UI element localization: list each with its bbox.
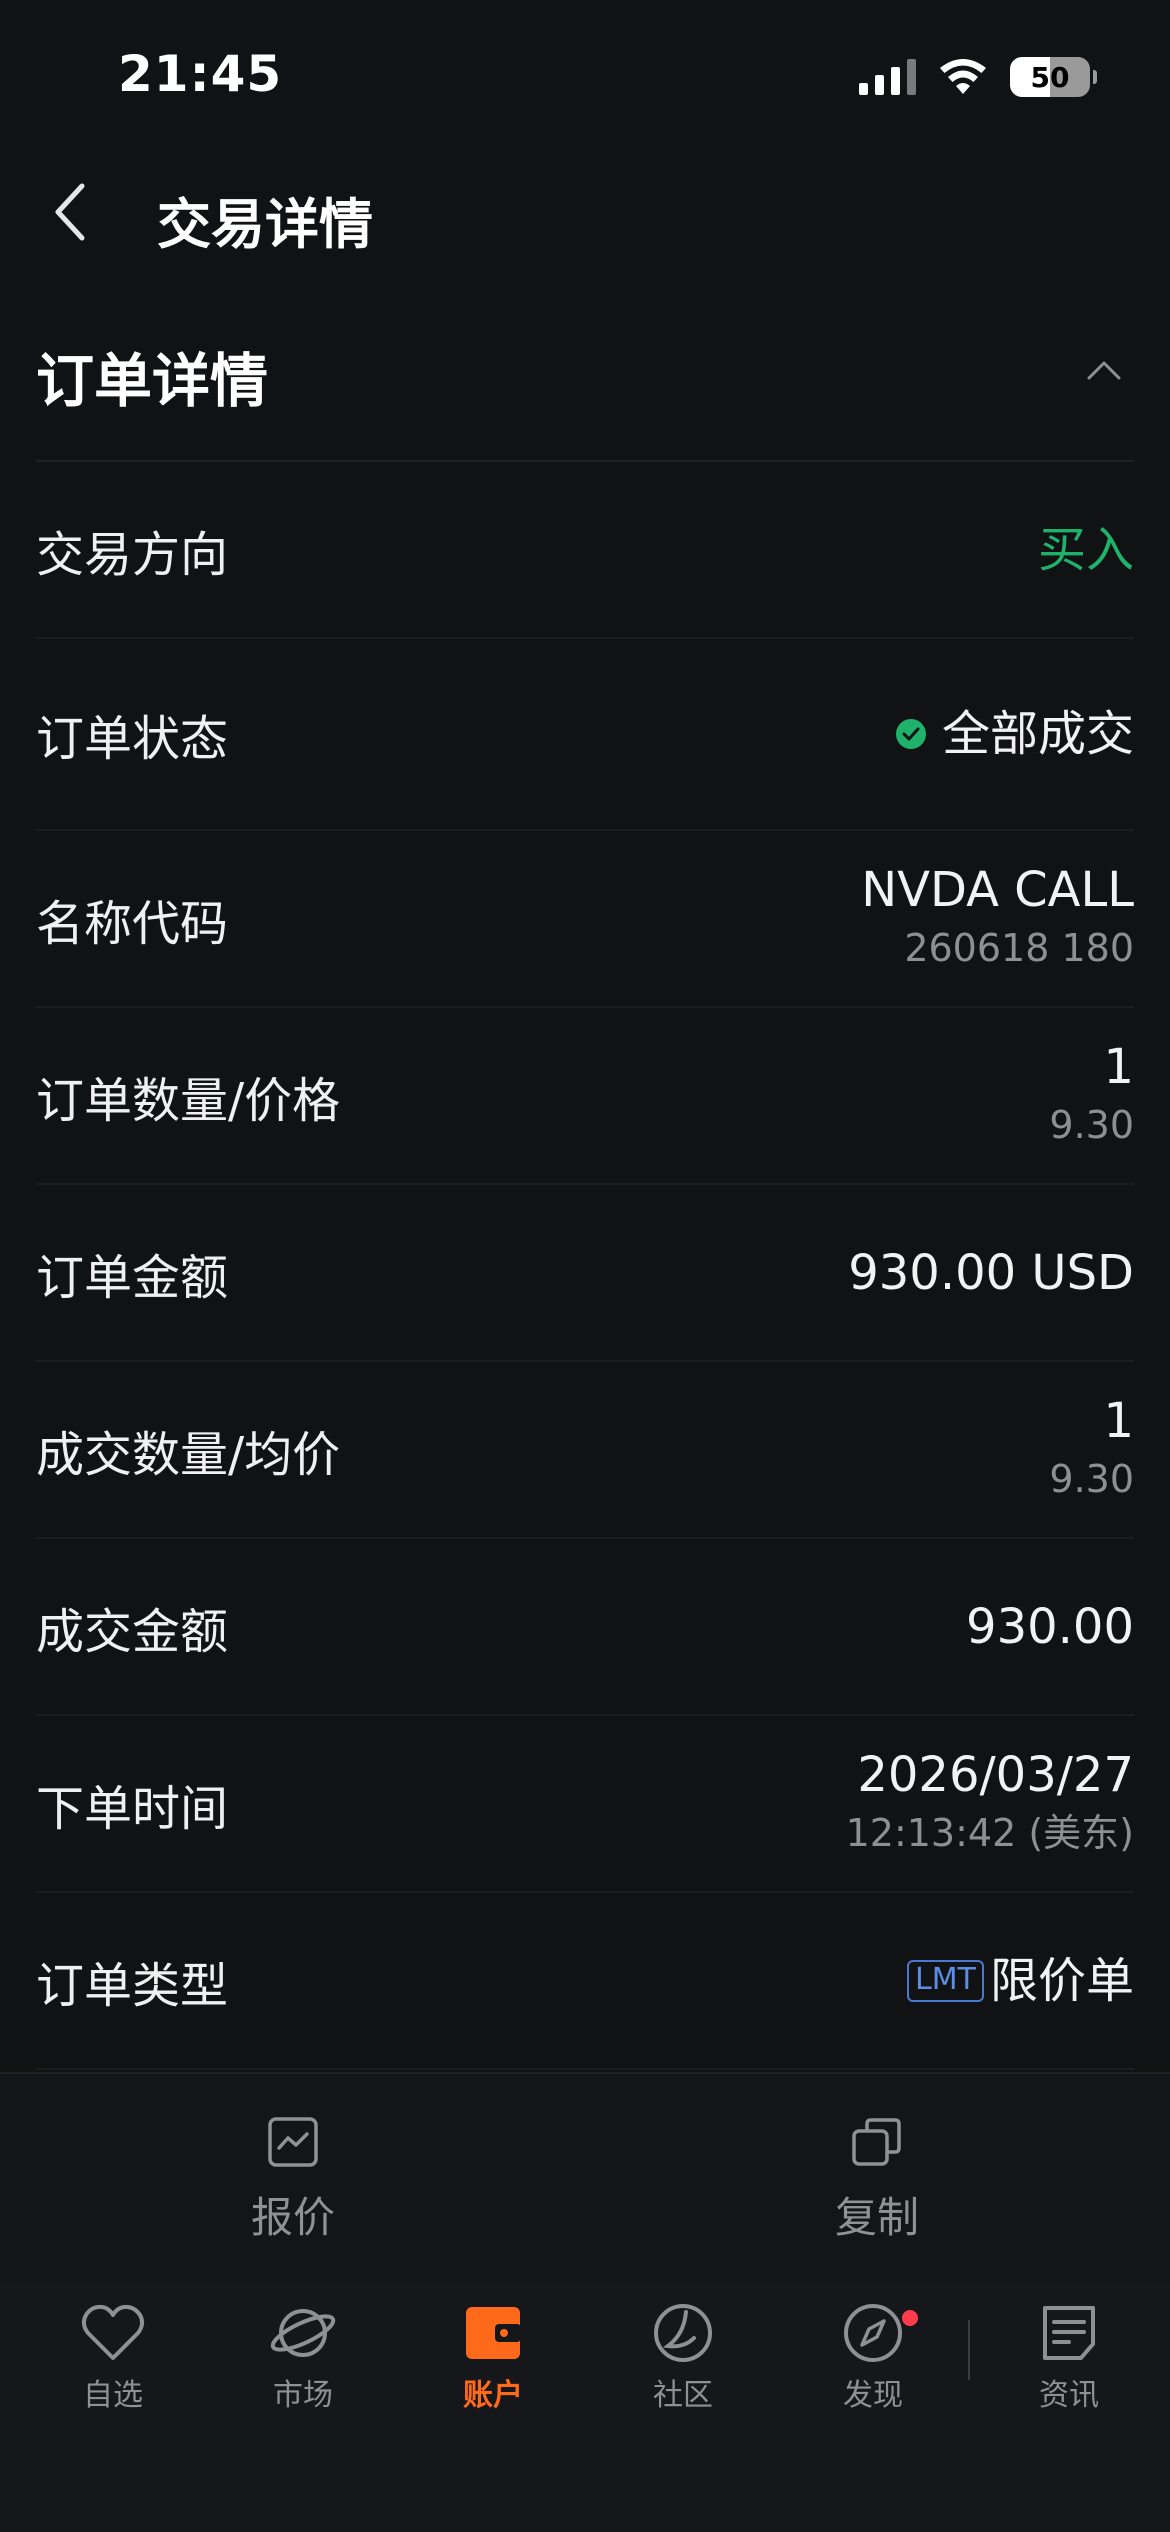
order-type-value: 限价单: [989, 1952, 1134, 2009]
order-type-badge: LMT: [907, 1959, 984, 2002]
row-value: 全部成交: [895, 704, 1134, 764]
order-detail-section-header[interactable]: 订单详情: [36, 320, 1134, 462]
section-title: 订单详情: [36, 347, 269, 415]
row-order-time: 下单时间 2026/03/27 12:13:42 (美东): [36, 1716, 1134, 1893]
status-line: 全部成交: [895, 704, 1134, 764]
status-icons: 50: [859, 55, 1097, 99]
row-order-status: 订单状态 全部成交: [36, 639, 1134, 831]
copy-label: 复制: [834, 2193, 919, 2242]
row-filled-amount: 成交金额 930.00: [36, 1539, 1134, 1716]
tab-label: 市场: [273, 2378, 333, 2413]
status-time: 21:45: [118, 45, 283, 103]
row-label: 成交数量/均价: [36, 1426, 341, 1483]
order-amount-value: 930.00 USD: [848, 1244, 1134, 1301]
tab-news[interactable]: 资讯: [994, 2302, 1144, 2422]
copy-icon: [852, 2118, 901, 2166]
symbol-name: NVDA CALL: [861, 862, 1134, 918]
quote-button[interactable]: 报价: [143, 2114, 443, 2254]
cellular-signal-icon: [859, 59, 916, 95]
row-value: NVDA CALL 260618 180: [861, 860, 1134, 977]
row-label: 订单数量/价格: [36, 1072, 341, 1129]
row-label: 订单状态: [36, 711, 229, 767]
row-label: 交易方向: [36, 526, 229, 583]
nav-header: 交易详情: [0, 150, 1170, 270]
action-bar: 报价 复制: [0, 2072, 1170, 2284]
page-title: 交易详情: [157, 193, 373, 256]
row-order-type: 订单类型 LMT 限价单: [36, 1893, 1134, 2070]
filled-quantity: 1: [1103, 1393, 1134, 1449]
chevron-left-icon: [55, 183, 85, 241]
row-filled-qty-avg: 成交数量/均价 1 9.30: [36, 1362, 1134, 1539]
row-value: 1 9.30: [1049, 1037, 1134, 1154]
symbol-code: 260618 180: [904, 926, 1134, 970]
row-label: 下单时间: [36, 1780, 229, 1837]
compass-icon: [844, 2304, 902, 2362]
status-bar: 21:45 50: [0, 0, 1170, 150]
tab-label: 社区: [653, 2378, 713, 2413]
community-icon: [654, 2304, 712, 2362]
wifi-icon: [940, 59, 986, 94]
order-time: 12:13:42 (美东): [845, 1811, 1134, 1855]
notification-dot: [902, 2310, 918, 2326]
row-label: 订单金额: [36, 1249, 229, 1306]
order-quantity: 1: [1103, 1039, 1134, 1095]
tab-discover[interactable]: 发现: [798, 2302, 948, 2422]
row-value: 930.00 USD: [848, 1243, 1134, 1303]
row-label: 名称代码: [36, 895, 229, 952]
tab-divider: [968, 2320, 970, 2380]
row-value: 买入: [1038, 520, 1134, 580]
battery-level: 50: [1030, 60, 1070, 94]
row-value: LMT 限价单: [907, 1951, 1134, 2011]
chevron-up-icon: [1087, 361, 1121, 380]
news-icon: [1043, 2306, 1095, 2360]
heart-icon: [81, 2304, 145, 2360]
row-value: 2026/03/27 12:13:42 (美东): [846, 1745, 1134, 1862]
battery-icon: 50: [1010, 57, 1097, 97]
order-detail-list: 交易方向 买入 订单状态 全部成交 名称代码 NVDA CALL 260618 …: [36, 462, 1134, 2070]
chart-icon: [268, 2117, 318, 2167]
filled-amount-value: 930.00: [966, 1598, 1134, 1655]
tab-label: 资讯: [1039, 2378, 1099, 2413]
row-symbol: 名称代码 NVDA CALL 260618 180: [36, 831, 1134, 1008]
tab-label: 账户: [463, 2378, 523, 2413]
row-order-qty-price: 订单数量/价格 1 9.30: [36, 1008, 1134, 1185]
row-value: 930.00: [966, 1597, 1134, 1657]
check-circle-icon: [895, 719, 926, 749]
trade-direction-value: 买入: [1037, 521, 1134, 578]
quote-label: 报价: [250, 2193, 335, 2242]
collapse-button[interactable]: [1074, 340, 1134, 400]
row-value: 1 9.30: [1049, 1391, 1134, 1508]
row-trade-direction: 交易方向 买入: [36, 462, 1134, 639]
order-date: 2026/03/27: [857, 1747, 1134, 1803]
order-price: 9.30: [1049, 1103, 1134, 1147]
planet-icon: [270, 2309, 336, 2357]
tab-market[interactable]: 市场: [228, 2302, 378, 2422]
tab-account[interactable]: 账户: [418, 2302, 568, 2422]
row-label: 订单类型: [36, 1957, 229, 2014]
trade-detail-screen: 21:45 50 交易详情 订单详情 交易方向 买入 订单状态 全部成交 名称代…: [0, 0, 1170, 2532]
bottom-tab-bar: 自选 市场 账户 社区 发现 资讯: [0, 2282, 1170, 2532]
row-order-amount: 订单金额 930.00 USD: [36, 1185, 1134, 1362]
tab-label: 发现: [843, 2378, 903, 2413]
order-type-line: LMT 限价单: [907, 1951, 1134, 2011]
tab-label: 自选: [83, 2378, 143, 2413]
order-status-value: 全部成交: [941, 706, 1134, 762]
copy-button[interactable]: 复制: [727, 2114, 1027, 2254]
filled-average-price: 9.30: [1049, 1457, 1134, 1501]
tab-watchlist[interactable]: 自选: [38, 2302, 188, 2422]
tab-community[interactable]: 社区: [608, 2302, 758, 2422]
wallet-icon: [466, 2307, 521, 2359]
row-label: 成交金额: [36, 1603, 229, 1660]
back-button[interactable]: [30, 172, 110, 252]
